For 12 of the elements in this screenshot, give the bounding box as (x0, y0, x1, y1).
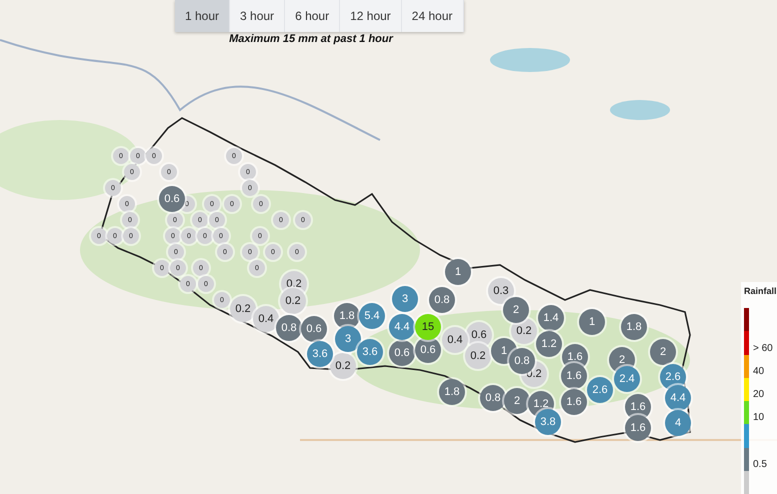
time-tab[interactable]: 12 hour (340, 0, 402, 32)
legend-label: > 60 (753, 342, 773, 354)
legend-label: 20 (753, 389, 764, 401)
time-tab[interactable]: 24 hour (402, 0, 464, 32)
time-tab[interactable]: 6 hour (285, 0, 340, 32)
legend-label: 0.5 (753, 458, 767, 471)
time-tab[interactable]: 3 hour (230, 0, 286, 32)
legend-label: 10 (753, 412, 764, 424)
legend-label: 40 (753, 366, 764, 378)
time-tab[interactable]: 1 hour (175, 0, 230, 32)
legend-title: Rainfall (744, 286, 777, 296)
max-rainfall-caption: Maximum 15 mm at past 1 hour (228, 33, 394, 45)
